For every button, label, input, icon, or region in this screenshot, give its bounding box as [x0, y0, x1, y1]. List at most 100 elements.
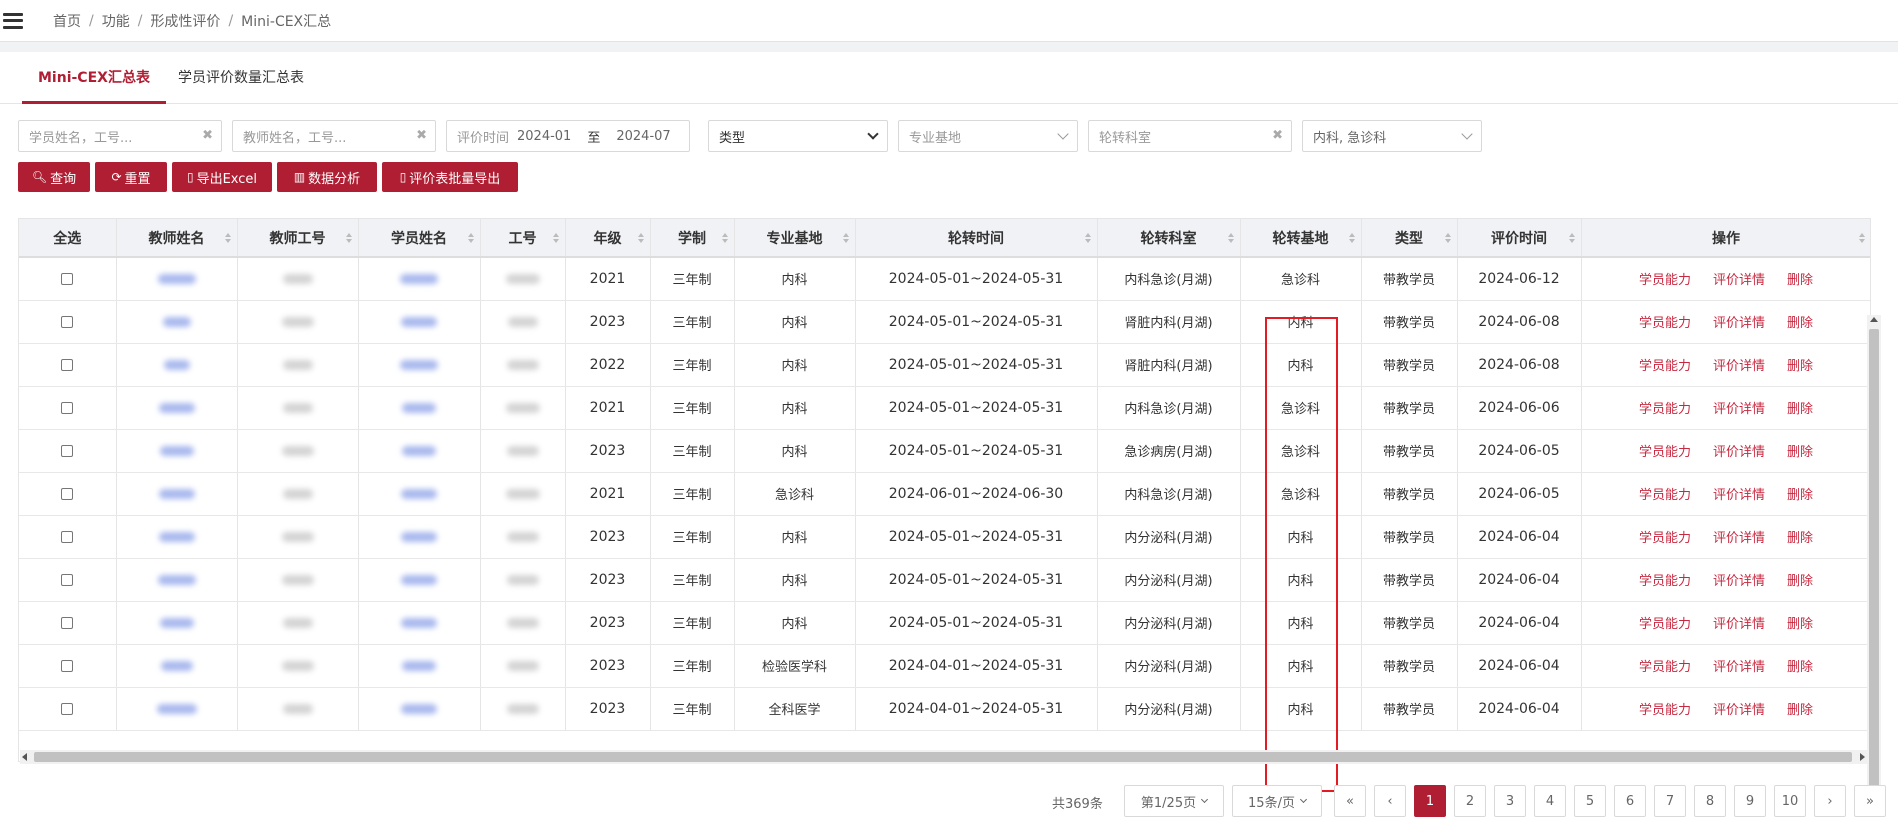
reset-button[interactable]: ⟳ 重置 — [95, 162, 167, 192]
page-button-6[interactable]: 6 — [1614, 785, 1646, 817]
row-checkbox[interactable] — [61, 272, 74, 285]
sort-icon[interactable] — [1348, 233, 1355, 243]
column-header[interactable]: 轮转科室 — [1097, 219, 1241, 258]
page-button-5[interactable]: 5 — [1574, 785, 1606, 817]
eval-detail-link[interactable]: 评价详情 — [1713, 359, 1765, 374]
horizontal-scroll-thumb[interactable] — [34, 752, 1852, 762]
tab-mini-cex-summary[interactable]: Mini-CEX汇总表 — [22, 52, 166, 104]
export-excel-button[interactable]: ▯ 导出Excel — [172, 162, 272, 192]
table-row[interactable]: 2021 三年制 急诊科 2024-06-01~2024-06-30 内科急诊(月湖) 急… — [19, 472, 1870, 516]
page-prev-button[interactable]: ‹ — [1374, 785, 1406, 817]
column-header[interactable]: 学制 — [650, 219, 735, 258]
delete-link[interactable]: 删除 — [1787, 316, 1813, 331]
row-checkbox[interactable] — [61, 401, 74, 414]
row-checkbox[interactable] — [61, 530, 74, 543]
scroll-left-icon[interactable] — [22, 753, 27, 761]
delete-link[interactable]: 删除 — [1787, 359, 1813, 374]
eval-detail-link[interactable]: 评价详情 — [1713, 574, 1765, 589]
student-ability-link[interactable]: 学员能力 — [1639, 574, 1691, 589]
page-button-4[interactable]: 4 — [1534, 785, 1566, 817]
table-row[interactable]: 2023 三年制 检验医学科 2024-04-01~2024-05-31 内分泌科(月湖… — [19, 644, 1870, 688]
row-checkbox[interactable] — [61, 487, 74, 500]
sort-icon[interactable] — [224, 233, 231, 243]
row-checkbox[interactable] — [61, 444, 74, 457]
rotation-base-select[interactable]: 内科, 急诊科 — [1302, 120, 1482, 152]
eval-detail-link[interactable]: 评价详情 — [1713, 488, 1765, 503]
date-to-value[interactable]: 2024-07 — [616, 129, 670, 144]
student-ability-link[interactable]: 学员能力 — [1639, 660, 1691, 675]
sort-icon[interactable] — [467, 233, 474, 243]
sort-icon[interactable] — [1444, 233, 1451, 243]
page-size-select[interactable]: 15条/页 — [1232, 785, 1322, 817]
tab-student-eval-count[interactable]: 学员评价数量汇总表 — [162, 52, 320, 104]
eval-detail-link[interactable]: 评价详情 — [1713, 660, 1765, 675]
page-first-button[interactable]: « — [1334, 785, 1366, 817]
table-row[interactable]: 2023 三年制 内科 2024-05-01~2024-05-31 内分泌科(月湖) 内科… — [19, 558, 1870, 602]
vertical-scroll-thumb[interactable] — [1869, 329, 1879, 787]
eval-detail-link[interactable]: 评价详情 — [1713, 531, 1765, 546]
sort-icon[interactable] — [552, 233, 559, 243]
row-checkbox[interactable] — [61, 659, 74, 672]
eval-detail-link[interactable]: 评价详情 — [1713, 402, 1765, 417]
student-ability-link[interactable]: 学员能力 — [1639, 316, 1691, 331]
type-select[interactable]: 类型 — [708, 120, 888, 152]
sort-icon[interactable] — [721, 233, 728, 243]
teacher-search-input[interactable]: 教师姓名，工号... ✖ — [232, 120, 436, 152]
eval-date-range[interactable]: 评价时间 2024-01 至 2024-07 — [446, 120, 690, 152]
page-next-button[interactable]: › — [1814, 785, 1846, 817]
table-row[interactable]: 2022 三年制 内科 2024-05-01~2024-05-31 肾脏内科(月湖) 内科… — [19, 343, 1870, 387]
column-header[interactable]: 类型 — [1361, 219, 1458, 258]
scroll-up-icon[interactable] — [1870, 317, 1878, 322]
delete-link[interactable]: 删除 — [1787, 703, 1813, 718]
data-analysis-button[interactable]: ▥ 数据分析 — [277, 162, 377, 192]
eval-detail-link[interactable]: 评价详情 — [1713, 703, 1765, 718]
eval-detail-link[interactable]: 评价详情 — [1713, 445, 1765, 460]
column-header[interactable]: 轮转基地 — [1240, 219, 1362, 258]
sort-icon[interactable] — [637, 233, 644, 243]
page-button-7[interactable]: 7 — [1654, 785, 1686, 817]
breadcrumb-function[interactable]: 功能 — [102, 11, 130, 31]
sort-icon[interactable] — [1858, 233, 1865, 243]
student-ability-link[interactable]: 学员能力 — [1639, 402, 1691, 417]
sort-icon[interactable] — [1084, 233, 1091, 243]
page-button-1[interactable]: 1 — [1414, 785, 1446, 817]
batch-export-button[interactable]: ▯ 评价表批量导出 — [382, 162, 518, 192]
delete-link[interactable]: 删除 — [1787, 617, 1813, 632]
student-ability-link[interactable]: 学员能力 — [1639, 617, 1691, 632]
row-checkbox[interactable] — [61, 702, 74, 715]
clear-icon[interactable]: ✖ — [416, 128, 427, 143]
clear-icon[interactable]: ✖ — [1272, 128, 1283, 143]
horizontal-scrollbar[interactable] — [20, 750, 1867, 764]
page-info-select[interactable]: 第1/25页 — [1124, 785, 1224, 817]
column-header[interactable]: 全选 — [19, 219, 117, 258]
table-row[interactable]: 2023 三年制 内科 2024-05-01~2024-05-31 肾脏内科(月湖) 内科… — [19, 300, 1870, 344]
row-checkbox[interactable] — [61, 616, 74, 629]
page-button-8[interactable]: 8 — [1694, 785, 1726, 817]
row-checkbox[interactable] — [61, 573, 74, 586]
delete-link[interactable]: 删除 — [1787, 574, 1813, 589]
date-from-value[interactable]: 2024-01 — [517, 129, 571, 144]
table-row[interactable]: 2023 三年制 内科 2024-05-01~2024-05-31 急诊病房(月湖) 急诊… — [19, 429, 1870, 473]
delete-link[interactable]: 删除 — [1787, 488, 1813, 503]
table-row[interactable]: 2023 三年制 内科 2024-05-01~2024-05-31 内分泌科(月湖) 内科… — [19, 515, 1870, 559]
menu-toggle-icon[interactable] — [3, 12, 23, 29]
column-header[interactable]: 学员姓名 — [358, 219, 481, 258]
table-row[interactable]: 2023 三年制 全科医学 2024-04-01~2024-05-31 内分泌科(月湖)… — [19, 687, 1870, 731]
student-ability-link[interactable]: 学员能力 — [1639, 445, 1691, 460]
breadcrumb-formative[interactable]: 形成性评价 — [150, 11, 220, 31]
page-button-2[interactable]: 2 — [1454, 785, 1486, 817]
student-ability-link[interactable]: 学员能力 — [1639, 273, 1691, 288]
column-header[interactable]: 评价时间 — [1457, 219, 1582, 258]
vertical-scrollbar[interactable] — [1867, 315, 1881, 805]
column-header[interactable]: 轮转时间 — [855, 219, 1098, 258]
sort-icon[interactable] — [1227, 233, 1234, 243]
column-header[interactable]: 年级 — [565, 219, 651, 258]
page-button-9[interactable]: 9 — [1734, 785, 1766, 817]
table-row[interactable]: 2021 三年制 内科 2024-05-01~2024-05-31 内科急诊(月湖) 急诊… — [19, 257, 1870, 301]
delete-link[interactable]: 删除 — [1787, 660, 1813, 675]
student-ability-link[interactable]: 学员能力 — [1639, 359, 1691, 374]
sort-icon[interactable] — [345, 233, 352, 243]
row-checkbox[interactable] — [61, 315, 74, 328]
student-ability-link[interactable]: 学员能力 — [1639, 488, 1691, 503]
dept-search-input[interactable]: 轮转科室 ✖ — [1088, 120, 1292, 152]
